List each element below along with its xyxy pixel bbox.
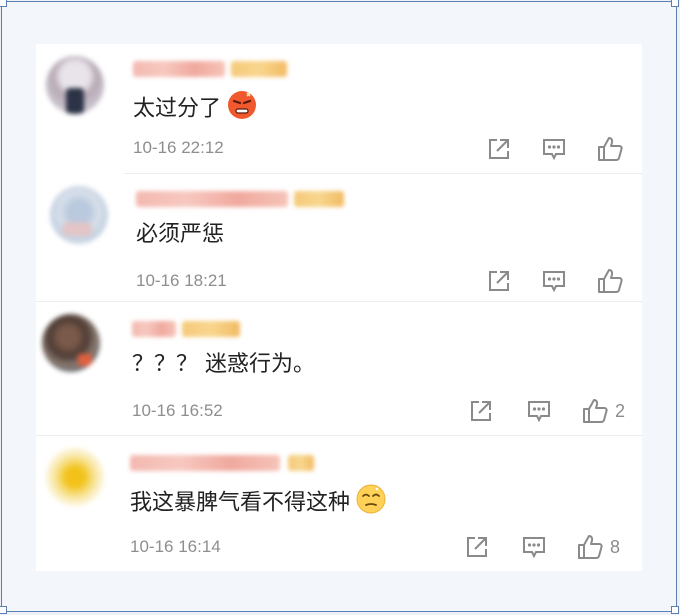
like-button[interactable] (596, 135, 624, 163)
comment-time: 10-16 16:52 (132, 401, 223, 420)
comment-item: 我这暴脾气看不得这种 10-16 16:14 8 (36, 436, 642, 571)
avatar[interactable] (50, 186, 108, 244)
comment-text-content: 必须严惩 (136, 222, 225, 247)
thumbs-up-icon (598, 137, 623, 161)
username-blurred[interactable] (133, 58, 293, 80)
angry-face-emoji-icon (227, 90, 257, 129)
comment-text-content: 太过分了 (133, 96, 222, 122)
comment-icon (543, 139, 565, 161)
comment-icon (523, 537, 545, 559)
comment-text: 太过分了 (133, 90, 257, 129)
avatar[interactable] (42, 314, 100, 372)
share-button[interactable] (486, 268, 512, 294)
comment-item: 必须严惩 10-16 18:21 (36, 174, 642, 302)
like-button[interactable]: 2 (581, 397, 625, 425)
comment-item: 太过分了 10-16 22:12 (36, 44, 642, 174)
frame-corner-handle (0, 0, 7, 7)
frame-corner-handle (0, 606, 7, 614)
username-blurred[interactable] (130, 452, 320, 474)
comment-time: 10-16 22:12 (133, 138, 224, 157)
comment-time: 10-16 16:14 (130, 537, 221, 556)
comment-button[interactable] (541, 136, 567, 162)
share-icon (467, 537, 487, 557)
comment-text: 必须严惩 (136, 220, 224, 250)
like-count: 8 (610, 536, 621, 557)
frame-corner-handle (671, 0, 679, 7)
avatar[interactable] (46, 56, 104, 114)
username-blurred[interactable] (136, 188, 346, 210)
comment-button[interactable] (526, 398, 552, 424)
comment-button[interactable] (541, 268, 567, 294)
comment-icon (543, 271, 565, 293)
share-button[interactable] (464, 534, 490, 560)
share-button[interactable] (468, 398, 494, 424)
like-button[interactable]: 8 (576, 533, 620, 561)
comment-text: ？？？ 迷惑行为。 (132, 350, 315, 380)
thumbs-up-icon (583, 399, 608, 423)
comment-list: 太过分了 10-16 22:12 必须严惩 10-16 18:21 ？？？ 迷惑… (36, 44, 642, 571)
thumbs-up-icon (578, 535, 603, 559)
comment-item: ？？？ 迷惑行为。 10-16 16:52 2 (36, 302, 642, 436)
dizzy-face-emoji-icon (356, 484, 386, 523)
frame-corner-handle (671, 606, 679, 614)
comment-text-content: ？？？ 迷惑行为。 (132, 352, 315, 377)
share-icon (471, 401, 491, 421)
avatar[interactable] (46, 448, 104, 506)
like-button[interactable] (596, 267, 624, 295)
share-icon (489, 139, 509, 159)
like-count: 2 (615, 400, 626, 421)
comment-icon (528, 401, 550, 423)
thumbs-up-icon (598, 269, 623, 293)
share-button[interactable] (486, 136, 512, 162)
comment-button[interactable] (521, 534, 547, 560)
comment-text-content: 我这暴脾气看不得这种 (130, 490, 351, 516)
share-icon (489, 271, 509, 291)
username-blurred[interactable] (132, 318, 252, 340)
comment-time: 10-16 18:21 (136, 271, 227, 290)
comment-text: 我这暴脾气看不得这种 (130, 484, 386, 523)
